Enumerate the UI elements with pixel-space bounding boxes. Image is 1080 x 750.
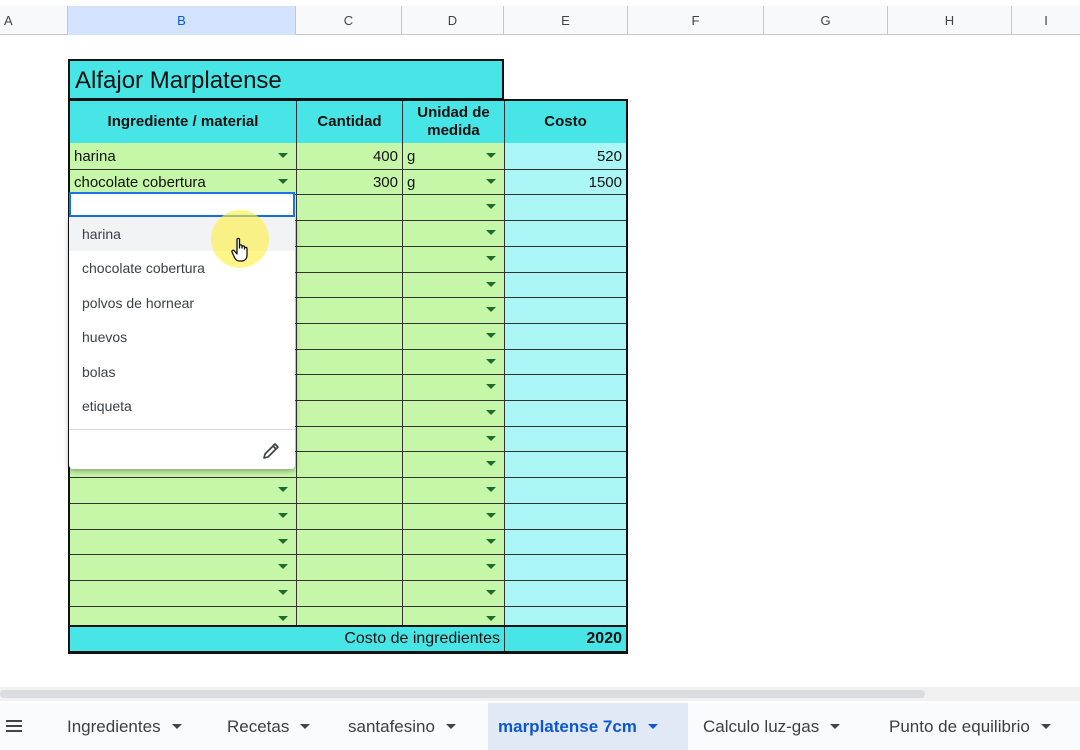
header-unit[interactable]: Unidad de medida: [403, 101, 504, 143]
column-header-c[interactable]: C: [296, 6, 402, 35]
header-ingredient[interactable]: Ingrediente / material: [70, 101, 296, 143]
sheet-tab-bar: Ingredientes Recetas santafesino marplat…: [0, 703, 1080, 750]
total-value[interactable]: 2020: [505, 627, 626, 651]
unit-dropdown-arrow[interactable]: [486, 564, 496, 569]
pointer-hand-icon: [229, 236, 253, 264]
unit-dropdown-arrow[interactable]: [486, 204, 496, 209]
unit-dropdown-arrow[interactable]: [486, 153, 496, 158]
row2-cost[interactable]: 1500: [505, 172, 626, 194]
unit-dropdown-arrow[interactable]: [486, 230, 496, 235]
ingredient-dropdown-arrow[interactable]: [278, 590, 288, 595]
row-divider: [70, 606, 626, 607]
chevron-down-icon[interactable]: [1040, 724, 1051, 729]
header-quantity[interactable]: Cantidad: [297, 101, 402, 143]
column-header-d[interactable]: D: [402, 6, 504, 35]
column-header-a[interactable]: A: [0, 6, 68, 35]
total-label[interactable]: Costo de ingredientes: [70, 627, 504, 651]
header-unit-line1: Unidad de: [417, 104, 490, 121]
sheet-tab-marplatense[interactable]: marplatense 7cm: [488, 703, 688, 750]
column-header-g[interactable]: G: [764, 6, 888, 35]
row-divider: [70, 554, 626, 555]
col-divider: [296, 101, 297, 652]
total-row: Costo de ingredientes 2020: [68, 625, 628, 653]
col-divider: [504, 101, 505, 652]
row-divider: [70, 503, 626, 504]
tab-label: marplatense 7cm: [498, 716, 637, 736]
column-header-h[interactable]: H: [888, 6, 1012, 35]
header-unit-line2: medida: [427, 122, 480, 139]
tab-label: Recetas: [227, 716, 290, 736]
header-cost[interactable]: Costo: [505, 101, 626, 143]
chevron-down-icon[interactable]: [647, 724, 658, 729]
unit-dropdown-arrow[interactable]: [486, 616, 496, 621]
unit-dropdown-arrow[interactable]: [486, 461, 496, 466]
row-divider: [70, 529, 626, 530]
unit-dropdown-arrow[interactable]: [486, 487, 496, 492]
ingredient-dropdown-arrow[interactable]: [278, 487, 288, 492]
column-header-f[interactable]: F: [628, 6, 764, 35]
column-header-i[interactable]: I: [1012, 6, 1080, 35]
sheet-tab-ingredientes[interactable]: Ingredientes: [57, 703, 192, 750]
ingredient-dropdown-arrow[interactable]: [278, 513, 288, 518]
column-header-b[interactable]: B: [68, 6, 296, 35]
tab-label: santafesino: [348, 716, 435, 736]
row1-unit[interactable]: g: [407, 146, 415, 168]
ingredient-dropdown-arrow[interactable]: [278, 539, 288, 544]
dropdown-option[interactable]: bolas: [69, 355, 295, 389]
row2-quantity[interactable]: 300: [297, 172, 402, 194]
row-divider: [70, 580, 626, 581]
unit-dropdown-arrow[interactable]: [486, 307, 496, 312]
unit-dropdown-arrow[interactable]: [486, 359, 496, 364]
col-divider: [402, 101, 403, 652]
unit-dropdown-arrow[interactable]: [486, 384, 496, 389]
unit-dropdown-arrow[interactable]: [486, 513, 496, 518]
chevron-down-icon[interactable]: [830, 724, 841, 729]
sheet-tab-santafesino[interactable]: santafesino: [338, 703, 466, 750]
row2-unit[interactable]: g: [407, 172, 415, 194]
ingredient-dropdown-arrow[interactable]: [278, 179, 288, 184]
sheet-tab-punto-equilibrio[interactable]: Punto de equilibrio: [879, 703, 1061, 750]
chevron-down-icon[interactable]: [171, 724, 182, 729]
ingredient-dropdown-arrow[interactable]: [278, 153, 288, 158]
horizontal-scrollbar[interactable]: [0, 687, 1080, 701]
spreadsheet-app: A B C D E F G H I Alfajor Marplatense In…: [0, 0, 1080, 750]
row1-ingredient[interactable]: harina: [74, 146, 116, 168]
ingredient-dropdown-arrow[interactable]: [278, 616, 288, 621]
row-divider: [70, 169, 626, 170]
sheet-tab-calculo-luz-gas[interactable]: Calculo luz-gas: [693, 703, 850, 750]
unit-dropdown-arrow[interactable]: [486, 179, 496, 184]
row1-quantity[interactable]: 400: [297, 146, 402, 168]
column-header-bar: A B C D E F G H I: [0, 6, 1080, 35]
active-cell-editor[interactable]: [69, 192, 295, 217]
row1-cost[interactable]: 520: [505, 146, 626, 168]
all-sheets-menu-icon[interactable]: [6, 717, 24, 735]
unit-dropdown-arrow[interactable]: [486, 436, 496, 441]
unit-dropdown-arrow[interactable]: [486, 256, 496, 261]
dropdown-divider: [69, 429, 295, 430]
unit-dropdown-arrow[interactable]: [486, 590, 496, 595]
dropdown-option[interactable]: huevos: [69, 320, 295, 354]
chevron-down-icon[interactable]: [445, 724, 456, 729]
dropdown-option[interactable]: etiqueta: [69, 389, 295, 423]
unit-dropdown-arrow[interactable]: [486, 282, 496, 287]
ingredient-dropdown-arrow[interactable]: [278, 564, 288, 569]
dropdown-option[interactable]: polvos de hornear: [69, 286, 295, 320]
unit-dropdown-arrow[interactable]: [486, 410, 496, 415]
row2-ingredient[interactable]: chocolate cobertura: [74, 172, 206, 194]
scrollbar-thumb[interactable]: [0, 690, 925, 698]
pencil-icon[interactable]: [259, 439, 283, 463]
tab-label: Ingredientes: [67, 716, 161, 736]
sheet-tab-recetas[interactable]: Recetas: [217, 703, 320, 750]
column-header-e[interactable]: E: [504, 6, 628, 35]
tab-label: Punto de equilibrio: [889, 716, 1030, 736]
row-divider: [70, 477, 626, 478]
sheet-title[interactable]: Alfajor Marplatense: [68, 59, 504, 100]
unit-dropdown-arrow[interactable]: [486, 333, 496, 338]
tab-label: Calculo luz-gas: [703, 716, 820, 736]
chevron-down-icon[interactable]: [300, 724, 311, 729]
unit-dropdown-arrow[interactable]: [486, 539, 496, 544]
